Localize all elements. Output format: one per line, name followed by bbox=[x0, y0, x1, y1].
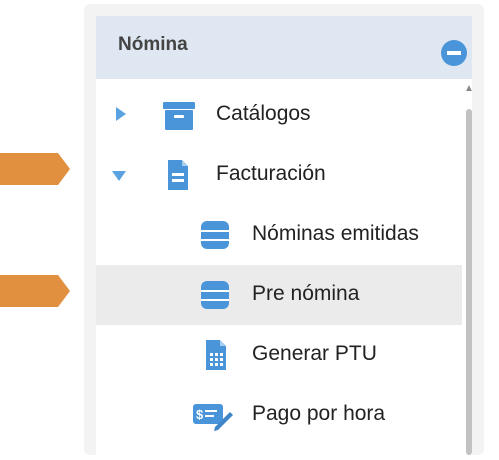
vertical-scrollbar[interactable]: ▲ bbox=[464, 79, 474, 455]
tree-item-pago-por-hora[interactable]: $ Pago por hora bbox=[96, 385, 462, 445]
minus-circle-icon[interactable] bbox=[441, 40, 467, 66]
payment-edit-icon: $ bbox=[193, 404, 233, 431]
tree-item-label: Generar PTU bbox=[252, 342, 377, 365]
archive-box-icon bbox=[163, 102, 195, 130]
panel-title: Nómina bbox=[118, 34, 188, 55]
scrollbar-thumb[interactable] bbox=[466, 109, 472, 455]
tree-item-nominas-emitidas[interactable]: Nóminas emitidas bbox=[96, 205, 462, 265]
tree-item-label: Nóminas emitidas bbox=[252, 222, 419, 245]
tree-item-label: Facturación bbox=[216, 162, 326, 185]
tree-item-label: Pre nómina bbox=[252, 282, 360, 305]
annotation-arrow bbox=[0, 275, 70, 307]
calculator-document-icon bbox=[206, 340, 226, 370]
nomina-panel: Nómina Catálogos Facturación Nóminas emi… bbox=[84, 4, 484, 455]
tree-item-facturacion[interactable]: Facturación bbox=[96, 145, 462, 205]
database-icon bbox=[201, 281, 229, 309]
database-icon bbox=[201, 221, 229, 249]
tree-item-generar-ptu[interactable]: Generar PTU bbox=[96, 325, 462, 385]
tree-item-pre-nomina[interactable]: Pre nómina bbox=[96, 265, 462, 325]
svg-text:$: $ bbox=[196, 407, 204, 422]
annotation-arrow bbox=[0, 153, 70, 185]
panel-header[interactable]: Nómina bbox=[96, 16, 472, 79]
tree-item-label: Pago por hora bbox=[252, 402, 386, 425]
document-icon bbox=[168, 160, 188, 190]
expand-arrow-icon[interactable] bbox=[116, 107, 126, 121]
tree-item-catalogos[interactable]: Catálogos bbox=[96, 85, 462, 145]
scroll-up-arrow-icon[interactable]: ▲ bbox=[464, 83, 474, 94]
navigation-tree: Catálogos Facturación Nóminas emitidas P… bbox=[96, 79, 474, 455]
tree-item-label: Catálogos bbox=[216, 102, 311, 125]
collapse-arrow-icon[interactable] bbox=[112, 171, 126, 181]
